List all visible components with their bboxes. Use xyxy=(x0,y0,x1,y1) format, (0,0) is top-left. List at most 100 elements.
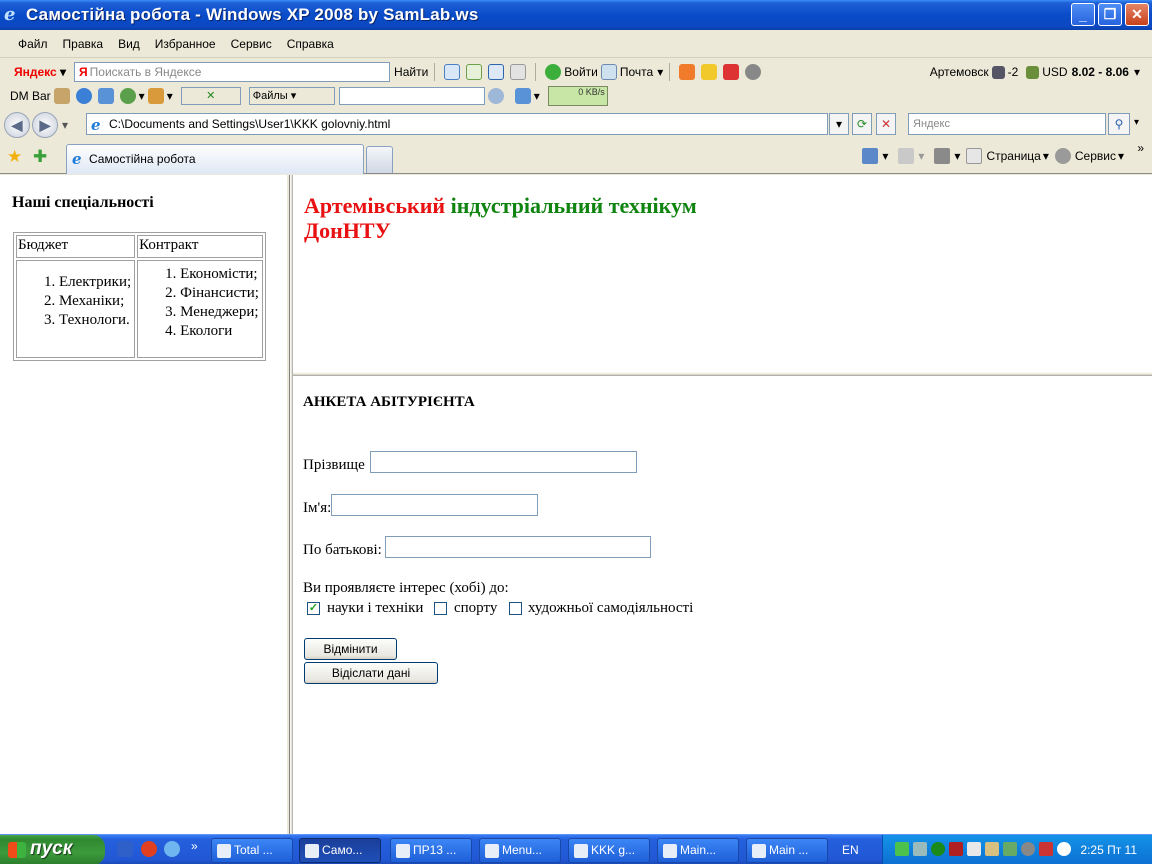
chat-icon[interactable] xyxy=(444,64,461,80)
menu-edit[interactable]: Правка xyxy=(63,37,104,51)
dm-search-icon[interactable] xyxy=(487,88,504,104)
maximize-button[interactable]: ❐ xyxy=(1098,3,1122,26)
task-main-1[interactable]: Main... xyxy=(657,838,739,863)
spellcheck-icon[interactable] xyxy=(466,64,483,80)
tray-flag-icon[interactable] xyxy=(967,842,981,856)
tray-ati-icon[interactable] xyxy=(1039,842,1053,856)
reset-button[interactable]: Відмінити xyxy=(304,638,397,660)
name-input[interactable] xyxy=(331,494,538,516)
refresh-button[interactable]: ⟳ xyxy=(852,113,872,135)
tray-green-icon[interactable] xyxy=(931,842,945,856)
home-dropdown-icon[interactable]: ▾ xyxy=(882,149,888,163)
quicklaunch-ie-icon[interactable] xyxy=(164,841,180,857)
login-button[interactable]: Войти xyxy=(564,65,598,79)
menu-help[interactable]: Справка xyxy=(287,37,334,51)
feeds-dropdown-icon[interactable]: ▾ xyxy=(918,149,924,163)
stop-button[interactable]: ✕ xyxy=(876,113,896,135)
dm-dropdown-icon-3[interactable]: ▾ xyxy=(534,89,540,103)
dm-toolbar: DM Bar ▾ ▾ ✕ Файлы ▾ ▾ 0 KB/s xyxy=(0,85,1152,107)
page-dropdown-icon[interactable]: ▾ xyxy=(1043,149,1049,163)
quicklaunch-more-icon[interactable]: » xyxy=(191,839,198,853)
translate-icon[interactable] xyxy=(488,64,505,80)
list-item: Менеджери; xyxy=(180,303,261,322)
tray-download-icon[interactable] xyxy=(895,842,909,856)
usd-rate[interactable]: 8.02 - 8.06 xyxy=(1072,65,1129,79)
task-main-2[interactable]: Main ... xyxy=(746,838,828,863)
search-go-button[interactable]: ⚲ xyxy=(1108,113,1130,135)
tray-network-icon[interactable] xyxy=(913,842,927,856)
surname-input[interactable] xyxy=(370,451,637,473)
menu-view[interactable]: Вид xyxy=(118,37,140,51)
dm-chat-icon[interactable] xyxy=(53,88,70,104)
task-kkk[interactable]: KKK g... xyxy=(568,838,650,863)
task-pr13[interactable]: ПР13 ... xyxy=(390,838,472,863)
bookmarks-icon[interactable] xyxy=(679,64,696,80)
menu-tools[interactable]: Сервис xyxy=(231,37,272,51)
task-total[interactable]: Total ... xyxy=(211,838,293,863)
dm-download-icon[interactable] xyxy=(97,88,114,104)
tray-check-icon[interactable] xyxy=(1003,842,1017,856)
back-button[interactable]: ◀ xyxy=(4,112,30,138)
clock[interactable]: 2:25 Пт 11 xyxy=(1080,843,1137,857)
dm-cursor-button[interactable]: ✕ xyxy=(180,87,241,105)
dm-dropdown-icon-2[interactable]: ▾ xyxy=(167,89,173,103)
yandex-logo[interactable]: Яндекс ▾ xyxy=(14,65,66,79)
quicklaunch-opera-icon[interactable] xyxy=(141,841,157,857)
tools-dropdown-icon[interactable]: ▾ xyxy=(1118,149,1124,163)
tray-clock-icon[interactable] xyxy=(1057,842,1071,856)
dm-dropdown-icon[interactable]: ▾ xyxy=(139,89,145,103)
dm-get-icon[interactable] xyxy=(514,88,531,104)
feeds-icon[interactable] xyxy=(898,148,915,164)
add-favorite-icon[interactable]: ✚ xyxy=(33,147,47,167)
start-button[interactable]: пуск xyxy=(0,835,105,864)
page-menu[interactable]: Страница xyxy=(986,149,1040,163)
new-tab-button[interactable] xyxy=(366,146,393,173)
antivirus-icon[interactable] xyxy=(723,64,740,80)
mail-button[interactable]: Почта xyxy=(620,65,653,79)
chevron-more-icon[interactable]: » xyxy=(1137,141,1144,155)
history-dropdown-icon[interactable]: ▾ xyxy=(62,118,68,132)
menu-favorites[interactable]: Избранное xyxy=(155,37,216,51)
favorites-star-icon[interactable] xyxy=(701,64,718,80)
dm-url-combo[interactable] xyxy=(338,87,485,105)
patronymic-label: По батькові: xyxy=(303,542,382,558)
tray-en-icon[interactable] xyxy=(949,842,963,856)
address-input[interactable]: e C:\Documents and Settings\User1\KKK go… xyxy=(86,113,828,135)
tools-menu[interactable]: Сервис xyxy=(1075,149,1116,163)
files-dropdown[interactable]: Файлы ▾ xyxy=(248,87,335,105)
favorites-center-icon[interactable]: ★ xyxy=(7,147,22,167)
dm-plus-icon[interactable] xyxy=(75,88,92,104)
mail-dropdown-icon[interactable]: ▾ xyxy=(657,65,663,79)
print-dropdown-icon[interactable]: ▾ xyxy=(954,149,960,163)
minimize-button[interactable]: _ xyxy=(1071,3,1095,26)
tab-active[interactable]: e Самостійна робота xyxy=(66,144,364,174)
search-box[interactable]: Яндекс xyxy=(908,113,1106,135)
hobby-science-checkbox[interactable]: ✓ xyxy=(307,602,320,615)
search-options-icon[interactable]: ▾ xyxy=(1134,117,1139,128)
patronymic-input[interactable] xyxy=(385,536,651,558)
page-icon xyxy=(966,148,983,164)
language-indicator[interactable]: EN xyxy=(842,843,859,857)
task-samostiyna[interactable]: Само... xyxy=(299,838,381,863)
dm-bug-icon[interactable] xyxy=(147,88,164,104)
dm-globe-icon[interactable] xyxy=(119,88,136,104)
rate-dropdown-icon[interactable]: ▾ xyxy=(1134,65,1140,79)
submit-button[interactable]: Відіслати дані xyxy=(304,662,438,684)
tray-speaker-icon[interactable] xyxy=(1021,842,1035,856)
hobby-art-checkbox[interactable] xyxy=(509,602,522,615)
tools-icon[interactable] xyxy=(510,64,527,80)
close-button[interactable]: ✕ xyxy=(1125,3,1149,26)
print-icon[interactable] xyxy=(934,148,951,164)
hobby-sport-label: спорту xyxy=(454,600,498,616)
gear-icon[interactable] xyxy=(745,64,762,80)
quicklaunch-save-icon[interactable] xyxy=(117,841,133,857)
yandex-find-button[interactable]: Найти xyxy=(394,65,428,79)
hobby-sport-checkbox[interactable] xyxy=(434,602,447,615)
forward-button[interactable]: ▶ xyxy=(32,112,58,138)
home-icon[interactable] xyxy=(862,148,879,164)
menu-file[interactable]: Файл xyxy=(18,37,48,51)
yandex-search-input[interactable]: Я Поискать в Яндексе xyxy=(74,62,391,82)
address-dropdown-button[interactable]: ▾ xyxy=(829,113,849,135)
task-menu[interactable]: Menu... xyxy=(479,838,561,863)
tray-folder-icon[interactable] xyxy=(985,842,999,856)
